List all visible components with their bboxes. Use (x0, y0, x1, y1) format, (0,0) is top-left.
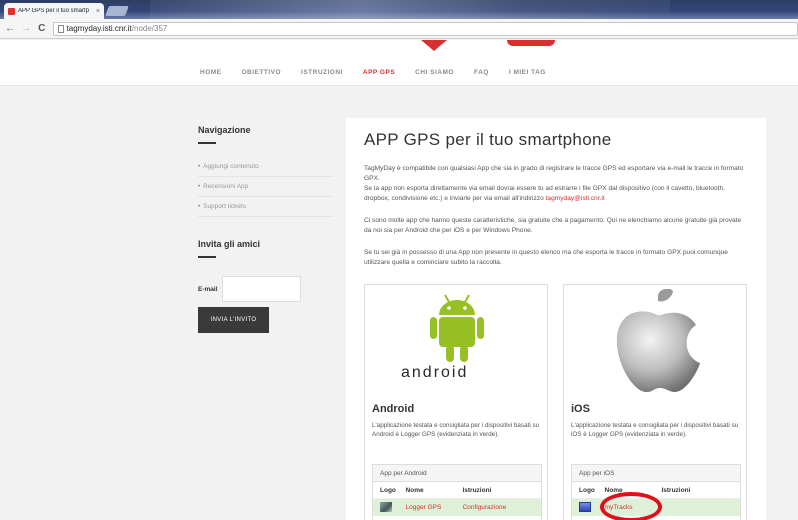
sidebar-links: • Aggiungi contenuto • Recensioni App • Sup… (198, 157, 333, 217)
android-app-table: App per Android Logo Nome Istruzioni Log… (372, 464, 542, 520)
sidebar-item-label: Recensioni App (203, 183, 249, 190)
col-istruzioni: Istruzioni (462, 486, 492, 494)
heading-rule (198, 142, 216, 144)
browser-toolbar: ← → C tagmyday.isti.cnr.it/node/357 (0, 19, 798, 39)
app-name-link[interactable]: Logger GPS (406, 504, 442, 511)
sidebar-nav-heading: Navigazione (198, 125, 251, 135)
page-icon (57, 24, 64, 33)
android-title: Android (372, 403, 415, 415)
email-row: E-mail (198, 276, 333, 302)
ios-description: L'applicazione testata e consigliata per… (571, 422, 739, 438)
apps-paragraph: Ci sono molte app che hanno queste carat… (364, 217, 742, 234)
main-nav: HOME OBIETTIVO ISTRUZIONI APP GPS CHI SI… (200, 69, 546, 76)
other-apps-paragraph: Se tu sei già in possesso di una App non… (364, 249, 728, 266)
contact-email-link[interactable]: tagmyday@isti.cnr.it (546, 195, 605, 202)
url-path: /node/357 (131, 24, 168, 33)
android-robot-icon (430, 294, 484, 362)
android-description: L'applicazione testata e consigliata per… (372, 422, 540, 438)
nav-home[interactable]: HOME (200, 69, 222, 76)
heading-rule (198, 256, 216, 258)
intro-paragraph: TagMyDay è compatibile con qualsiasi App… (364, 164, 746, 204)
apple-logo-icon (616, 289, 700, 393)
logo-triangle-icon[interactable] (421, 40, 447, 51)
nav-istruzioni[interactable]: ISTRUZIONI (301, 69, 343, 76)
sidebar-item-label: Support tickets (203, 203, 247, 210)
sidebar-item-label: Aggiungi contenuto (203, 163, 259, 170)
forward-button[interactable]: → (21, 23, 31, 34)
reload-button[interactable]: C (37, 23, 47, 34)
col-logo: Logo (380, 486, 396, 494)
browser-tabstrip: APP GPS per il tuo smartp × (0, 0, 798, 19)
sidebar-invite-heading: Invita gli amici (198, 239, 261, 249)
nav-app-gps[interactable]: APP GPS (363, 69, 395, 76)
nav-faq[interactable]: FAQ (474, 69, 489, 76)
tab-close-icon[interactable]: × (96, 8, 100, 15)
col-logo: Logo (579, 486, 595, 494)
table-header: Logo Nome Istruzioni (572, 482, 740, 499)
app-instructions-link[interactable]: Configurazione (462, 504, 506, 511)
nav-chi-siamo[interactable]: CHI SIAMO (415, 69, 454, 76)
app-table-title: App per Android (373, 465, 541, 482)
col-nome: Nome (405, 486, 424, 494)
sidebar-item-support[interactable]: • Support tickets (198, 197, 333, 217)
nav-obiettivo[interactable]: OBIETTIVO (242, 69, 282, 76)
logo-bar-icon (507, 40, 555, 46)
sidebar: Navigazione • Aggiungi contenuto • Recensi… (198, 125, 333, 333)
favicon-icon (8, 7, 15, 15)
main-content: APP GPS per il tuo smartphone TagMyDay è… (346, 118, 766, 520)
paragraph-text: TagMyDay è compatibile con qualsiasi App… (364, 165, 744, 182)
logger-gps-logo-icon (380, 501, 392, 512)
sidebar-item-recensioni[interactable]: • Recensioni App (198, 177, 333, 197)
android-wordmark: android (401, 364, 469, 381)
table-header: Logo Nome Istruzioni (373, 482, 541, 499)
col-istruzioni: Istruzioni (661, 486, 691, 494)
platform-cards: android Android L'applicazione testata e… (364, 284, 747, 520)
browser-tab[interactable]: APP GPS per il tuo smartp × (4, 3, 104, 19)
address-bar[interactable]: tagmyday.isti.cnr.it/node/357 (52, 21, 798, 36)
bullet-icon: • (198, 203, 201, 210)
annotation-circle (600, 492, 662, 520)
app-table-title: App per iOS (572, 465, 740, 482)
mytracks-logo-icon (579, 501, 591, 512)
android-card: android Android L'applicazione testata e… (364, 284, 548, 520)
page-title: APP GPS per il tuo smartphone (364, 130, 612, 149)
sidebar-item-aggiungi[interactable]: • Aggiungi contenuto (198, 157, 333, 177)
paragraph-text: Se la app non esporta direttamente via e… (364, 185, 726, 202)
new-tab-button[interactable] (105, 6, 129, 16)
ios-card: iOS L'applicazione testata e consigliata… (563, 284, 747, 520)
email-field[interactable] (222, 276, 301, 302)
back-button[interactable]: ← (5, 23, 15, 34)
invite-button[interactable]: INVIA L'INVITO (198, 307, 269, 333)
tab-title: APP GPS per il tuo smartp (18, 8, 89, 14)
ios-title: iOS (571, 403, 590, 415)
table-row: Logger GPS Configurazione (373, 499, 541, 516)
email-label: E-mail (198, 285, 218, 293)
bullet-icon: • (198, 183, 201, 190)
url-host: tagmyday.isti.cnr.it (66, 24, 132, 33)
nav-miei-tag[interactable]: I MIEI TAG (509, 69, 546, 76)
site-header: HOME OBIETTIVO ISTRUZIONI APP GPS CHI SI… (0, 40, 798, 86)
tabstrip-background (150, 0, 670, 19)
bullet-icon: • (198, 163, 201, 170)
